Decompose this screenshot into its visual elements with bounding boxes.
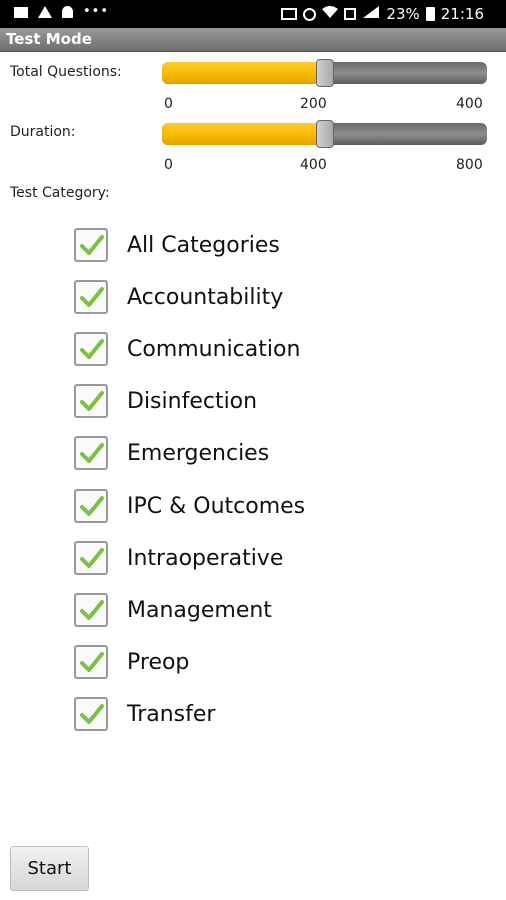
tick-mid: 400	[300, 157, 327, 173]
category-label: Intraoperative	[127, 545, 284, 571]
checkbox[interactable]	[74, 593, 108, 627]
notification-square-icon	[14, 6, 28, 18]
signal-icon	[362, 5, 380, 23]
slider-thumb[interactable]	[315, 59, 334, 87]
tick-max: 800	[456, 157, 483, 173]
checkbox[interactable]	[74, 697, 108, 731]
status-left-icons: •••	[14, 4, 110, 19]
duration-label: Duration:	[10, 124, 76, 140]
app-title: Test Mode	[0, 28, 506, 52]
cast-icon	[281, 8, 298, 20]
tick-max: 400	[456, 96, 483, 112]
tick-min: 0	[164, 96, 173, 112]
checkbox[interactable]	[74, 541, 108, 575]
category-label: All Categories	[127, 232, 280, 258]
category-label: Emergencies	[127, 440, 270, 466]
checkbox[interactable]	[74, 280, 108, 314]
category-item[interactable]: Communication	[74, 329, 300, 369]
category-item[interactable]: Management	[74, 590, 272, 630]
checkbox[interactable]	[74, 436, 108, 470]
warning-icon	[38, 6, 52, 18]
category-label: Disinfection	[127, 388, 258, 414]
tick-min: 0	[164, 157, 173, 173]
category-item[interactable]: IPC & Outcomes	[74, 486, 305, 526]
category-label: Accountability	[127, 284, 284, 310]
bell-icon	[62, 6, 73, 18]
total-questions-label: Total Questions:	[10, 64, 122, 80]
alarm-icon	[303, 7, 317, 21]
sim-icon	[344, 8, 357, 20]
tick-mid: 200	[300, 96, 327, 112]
category-label: Management	[127, 597, 272, 623]
category-label: IPC & Outcomes	[127, 493, 306, 519]
slider-thumb[interactable]	[315, 120, 334, 148]
category-item[interactable]: Emergencies	[74, 433, 269, 473]
category-label: Preop	[127, 649, 190, 675]
category-item[interactable]: Transfer	[74, 694, 215, 734]
battery-percent: 23%	[386, 5, 420, 23]
test-category-label: Test Category:	[10, 185, 110, 201]
checkbox[interactable]	[74, 645, 108, 679]
category-label: Communication	[127, 336, 301, 362]
category-item[interactable]: Intraoperative	[74, 538, 283, 578]
duration-slider[interactable]	[162, 120, 487, 148]
checkbox[interactable]	[74, 489, 108, 523]
checkbox[interactable]	[74, 228, 108, 262]
slider-fill	[162, 123, 325, 145]
status-right-icons: 23% 21:16	[281, 5, 484, 23]
category-label: Transfer	[127, 701, 216, 727]
wifi-icon	[322, 5, 339, 23]
category-item[interactable]: Preop	[74, 642, 189, 682]
checkbox[interactable]	[74, 384, 108, 418]
total-questions-slider[interactable]	[162, 59, 487, 87]
checkbox[interactable]	[74, 332, 108, 366]
category-item[interactable]: Accountability	[74, 277, 283, 317]
battery-icon	[425, 7, 435, 21]
slider-fill	[162, 62, 325, 84]
clock: 21:16	[440, 5, 484, 23]
status-bar: ••• 23% 21:16	[0, 0, 506, 28]
start-button[interactable]: Start	[10, 846, 89, 891]
category-item[interactable]: Disinfection	[74, 381, 257, 421]
category-item[interactable]: All Categories	[74, 225, 280, 265]
more-dots-icon: •••	[83, 4, 110, 19]
